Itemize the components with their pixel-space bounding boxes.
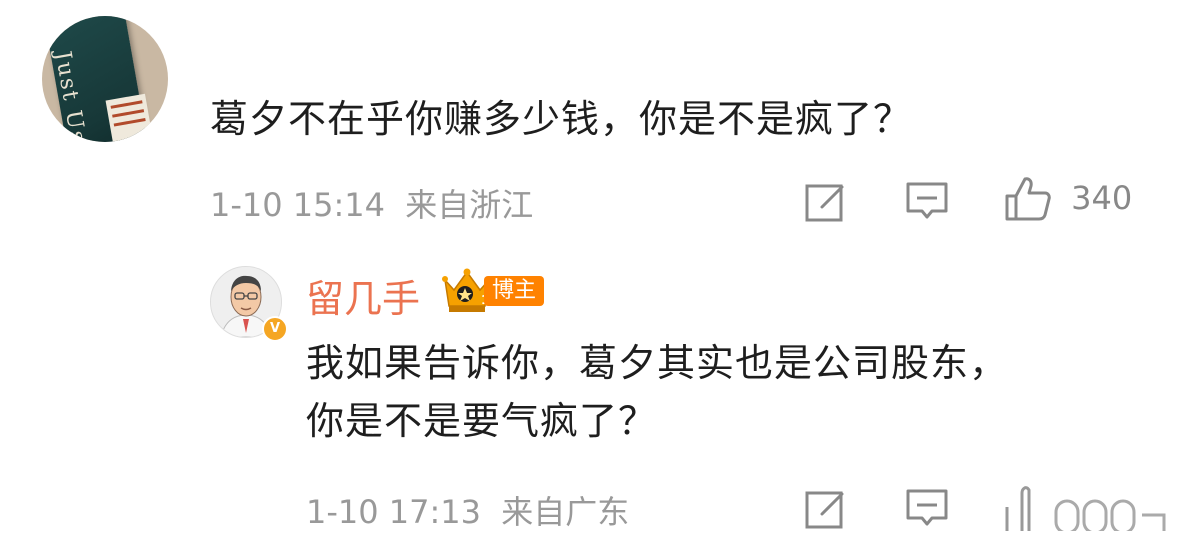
comment-text: 葛夕不在乎你赚多少钱，你是不是疯了？ xyxy=(210,97,913,141)
thumbs-up-icon xyxy=(1005,486,1166,531)
reply-line-2: 你是不是要气疯了？ xyxy=(306,399,658,443)
share-button[interactable] xyxy=(804,180,848,228)
comment-location: 来自浙江 xyxy=(405,186,534,224)
comment-bubble-icon xyxy=(906,489,948,526)
edit-square-icon xyxy=(805,491,844,529)
reply-time: 1-10 17:13 xyxy=(306,493,482,531)
reply-share-button[interactable] xyxy=(804,487,848,535)
book-cover-image: Just Us xyxy=(43,16,153,142)
reply-comment-button[interactable] xyxy=(905,487,949,535)
reply-button[interactable] xyxy=(905,180,949,228)
blogger-username[interactable]: 留几手 xyxy=(306,268,420,323)
reply-line-1: 我如果告诉你，葛夕其实也是公司股东， xyxy=(306,341,1009,385)
reply-like-button[interactable] xyxy=(1004,481,1172,531)
blogger-badge: 博主 xyxy=(484,276,545,306)
comment-meta: 1-10 15:14 来自浙江 xyxy=(210,180,533,226)
reply-meta: 1-10 17:13 来自广东 xyxy=(306,487,629,533)
reply-location: 来自广东 xyxy=(501,493,630,531)
verified-badge: V xyxy=(262,316,288,342)
commenter-avatar[interactable]: Just Us xyxy=(42,16,168,142)
comment-time: 1-10 15:14 xyxy=(210,186,386,224)
reply-text: 我如果告诉你，葛夕其实也是公司股东， 你是不是要气疯了？ xyxy=(306,334,1008,450)
edit-square-icon xyxy=(805,184,844,222)
like-count: 340 xyxy=(1071,179,1133,217)
comment-bubble-icon xyxy=(906,182,948,219)
book-band xyxy=(105,93,153,142)
book-title: Just Us xyxy=(49,49,91,142)
like-button[interactable]: 340 xyxy=(1004,174,1132,224)
thumbs-up-icon xyxy=(1005,177,1051,221)
